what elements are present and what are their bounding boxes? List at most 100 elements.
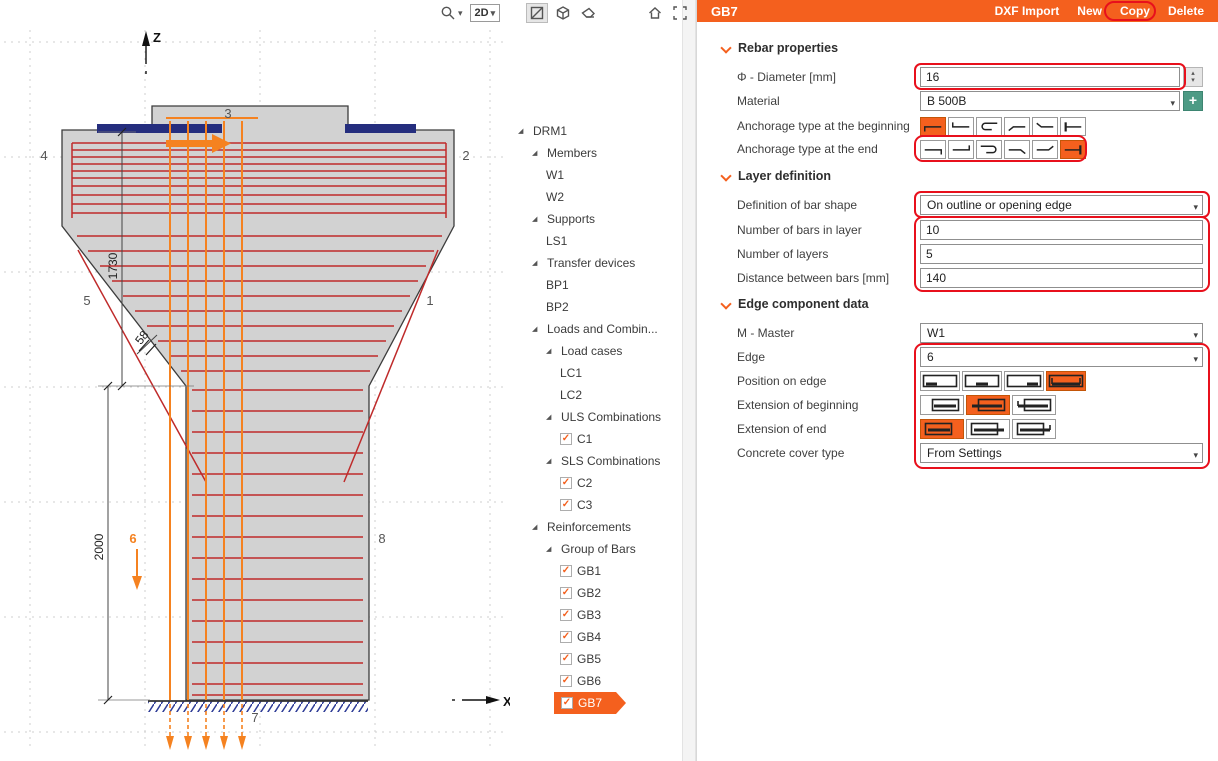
spinner-down-icon[interactable]: ▾	[1191, 77, 1195, 84]
tree-item-c1[interactable]: ✓C1	[510, 428, 682, 450]
tree-item-gb3[interactable]: ✓GB3	[510, 604, 682, 626]
delete-button[interactable]: Delete	[1168, 4, 1204, 18]
anchorage-end-bend-up-button[interactable]	[1032, 140, 1058, 159]
tree-item-w1[interactable]: W1	[510, 164, 682, 186]
new-button[interactable]: New	[1077, 4, 1102, 18]
anchorage-begin-bend-down-button[interactable]	[1004, 117, 1030, 136]
tree-item-bp2[interactable]: BP2	[510, 296, 682, 318]
position-on-edge-begin-button[interactable]	[920, 371, 960, 391]
extension-end-hook-button[interactable]	[1012, 419, 1056, 439]
anchorage-begin-loop-button[interactable]	[976, 117, 1002, 136]
expander-icon[interactable]: ◢	[546, 347, 556, 355]
add-material-button[interactable]: +	[1183, 91, 1203, 111]
bars-in-layer-input[interactable]	[920, 220, 1203, 240]
edge-label-6-selected[interactable]: 6	[129, 531, 136, 546]
expander-icon[interactable]: ◢	[532, 259, 542, 267]
edge-label-5[interactable]: 5	[83, 293, 90, 308]
anchorage-end-hook-up-button[interactable]	[948, 140, 974, 159]
tree-item-uls-combinations[interactable]: ◢ULS Combinations	[510, 406, 682, 428]
tree-item-group-of-bars[interactable]: ◢Group of Bars	[510, 538, 682, 560]
cube-view-button[interactable]	[553, 3, 573, 23]
extension-begin-extend-button[interactable]	[966, 395, 1010, 415]
extension-end-none-button[interactable]	[920, 419, 964, 439]
edge-label-8[interactable]: 8	[378, 531, 385, 546]
copy-button[interactable]: Copy	[1120, 4, 1150, 18]
expander-icon[interactable]: ◢	[532, 325, 542, 333]
material-select[interactable]: B 500B ▾	[920, 91, 1180, 111]
expander-icon[interactable]: ◢	[546, 457, 556, 465]
tree-item-bp1[interactable]: BP1	[510, 274, 682, 296]
edge-label-1[interactable]: 1	[426, 293, 433, 308]
checkbox-checked-icon[interactable]: ✓	[560, 609, 572, 621]
tree-item-members[interactable]: ◢Members	[510, 142, 682, 164]
edge-label-2[interactable]: 2	[462, 148, 469, 163]
chevron-down-icon[interactable]: ▾	[491, 8, 496, 18]
anchorage-end-headed-button[interactable]	[1060, 140, 1086, 159]
tree-item-c3[interactable]: ✓C3	[510, 494, 682, 516]
checkbox-checked-icon[interactable]: ✓	[560, 631, 572, 643]
section-view-button[interactable]	[526, 3, 548, 23]
extension-begin-hook-button[interactable]	[1012, 395, 1056, 415]
tree-item-gb1[interactable]: ✓GB1	[510, 560, 682, 582]
home-view-button[interactable]	[645, 3, 665, 23]
checkbox-checked-icon[interactable]: ✓	[560, 477, 572, 489]
anchorage-end-hook-down-button[interactable]	[920, 140, 946, 159]
checkbox-checked-icon[interactable]: ✓	[560, 433, 572, 445]
tree-item-gb7-selected[interactable]: ✓GB7	[510, 692, 682, 714]
bar-shape-select[interactable]: On outline or opening edge ▾	[920, 195, 1203, 215]
chevron-down-icon[interactable]: ▾	[458, 8, 463, 18]
anchorage-begin-bend-up-button[interactable]	[1032, 117, 1058, 136]
fit-view-button[interactable]	[670, 3, 690, 23]
master-select[interactable]: W1 ▾	[920, 323, 1203, 343]
tree-item-gb4[interactable]: ✓GB4	[510, 626, 682, 648]
edge-label-4[interactable]: 4	[40, 148, 47, 163]
section-collapse-icon[interactable]	[721, 171, 731, 181]
edge-label-3[interactable]: 3	[224, 106, 231, 121]
tree-item-w2[interactable]: W2	[510, 186, 682, 208]
edge-label-7[interactable]: 7	[251, 710, 258, 725]
anchorage-begin-hook-down-button[interactable]	[920, 117, 946, 136]
bearing-plate-bp2[interactable]	[345, 124, 416, 133]
edge-select[interactable]: 6 ▾	[920, 347, 1203, 367]
anchorage-begin-headed-button[interactable]	[1060, 117, 1086, 136]
anchorage-end-bend-down-button[interactable]	[1004, 140, 1030, 159]
tree-item-reinforcements[interactable]: ◢Reinforcements	[510, 516, 682, 538]
checkbox-checked-icon[interactable]: ✓	[560, 499, 572, 511]
checkbox-checked-icon[interactable]: ✓	[560, 565, 572, 577]
number-of-layers-input[interactable]	[920, 244, 1203, 264]
section-layer-definition[interactable]: Layer definition	[721, 166, 831, 186]
position-on-edge-middle-button[interactable]	[962, 371, 1002, 391]
checkbox-checked-icon[interactable]: ✓	[560, 653, 572, 665]
view-mode-2d-button[interactable]: 2D ▾	[470, 4, 501, 22]
tree-item-load-cases[interactable]: ◢Load cases	[510, 340, 682, 362]
tree-item-transfer-devices[interactable]: ◢Transfer devices	[510, 252, 682, 274]
zoom-tool-button[interactable]: ▾	[438, 3, 465, 23]
spinner-up-icon[interactable]: ▴	[1191, 70, 1195, 77]
extension-end-extend-button[interactable]	[966, 419, 1010, 439]
checkbox-checked-icon[interactable]: ✓	[560, 675, 572, 687]
position-on-edge-end-button[interactable]	[1004, 371, 1044, 391]
section-collapse-icon[interactable]	[721, 299, 731, 309]
expander-icon[interactable]: ◢	[532, 523, 542, 531]
tree-item-drm1[interactable]: ◢DRM1	[510, 120, 682, 142]
dxf-import-button[interactable]: DXF Import	[995, 4, 1060, 18]
checkbox-checked-icon[interactable]: ✓	[560, 587, 572, 599]
diameter-input[interactable]	[920, 67, 1180, 87]
checkbox-checked-icon[interactable]: ✓	[561, 697, 573, 709]
tree-item-c2[interactable]: ✓C2	[510, 472, 682, 494]
tree-scrollbar[interactable]	[682, 0, 696, 761]
expander-icon[interactable]: ◢	[546, 413, 556, 421]
tree-item-gb2[interactable]: ✓GB2	[510, 582, 682, 604]
eraser-button[interactable]	[578, 3, 598, 23]
expander-icon[interactable]: ◢	[532, 215, 542, 223]
diameter-stepper[interactable]: ▴ ▾	[1183, 67, 1203, 87]
tree-item-gb6[interactable]: ✓GB6	[510, 670, 682, 692]
expander-icon[interactable]: ◢	[546, 545, 556, 553]
tree-item-sls-combinations[interactable]: ◢SLS Combinations	[510, 450, 682, 472]
section-collapse-icon[interactable]	[721, 43, 731, 53]
distance-between-bars-input[interactable]	[920, 268, 1203, 288]
tree-item-ls1[interactable]: LS1	[510, 230, 682, 252]
tree-item-loads-and-combinations[interactable]: ◢Loads and Combin...	[510, 318, 682, 340]
model-canvas[interactable]: 1730 2000 58 1 2 3 4 5 6 7 8 Z X	[0, 0, 510, 761]
anchorage-begin-hook-up-button[interactable]	[948, 117, 974, 136]
